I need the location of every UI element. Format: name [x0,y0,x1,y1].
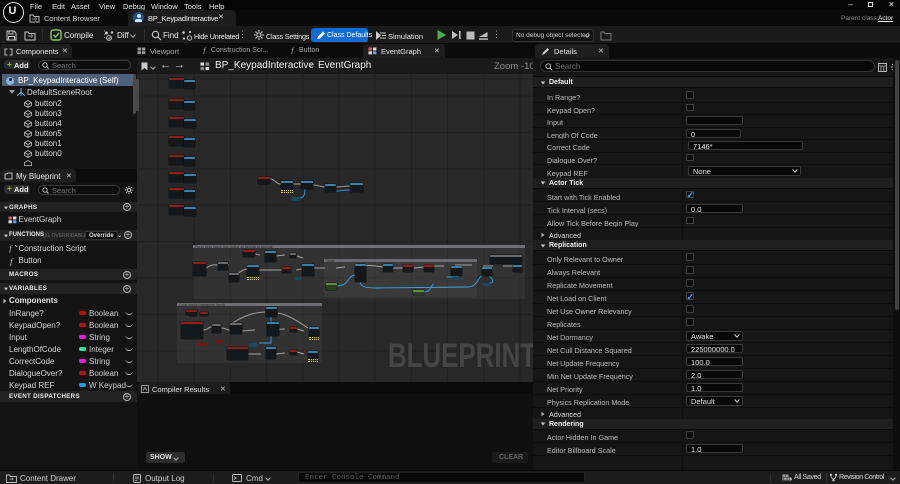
svg-text:f: f [10,257,14,266]
svg-text:f: f [9,244,13,253]
